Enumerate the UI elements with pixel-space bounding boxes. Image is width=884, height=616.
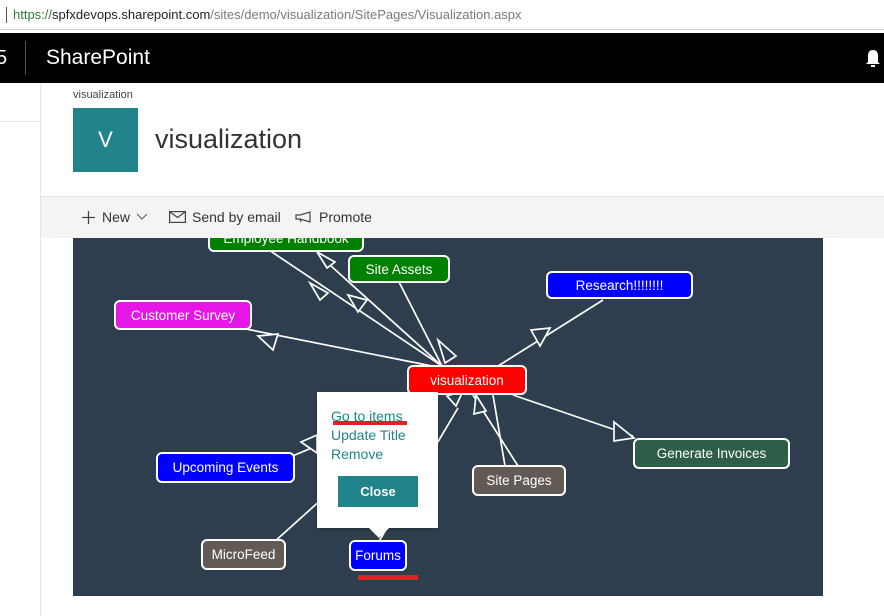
- left-rail-divider: [0, 121, 41, 122]
- popup-pointer: [368, 527, 390, 538]
- new-button[interactable]: New: [81, 209, 148, 225]
- node-upcoming-events[interactable]: Upcoming Events: [156, 452, 295, 483]
- mail-icon: [169, 211, 186, 223]
- update-title-link[interactable]: Update Title: [331, 427, 406, 443]
- command-bar: New Send by email Promote: [41, 197, 884, 238]
- sharepoint-brand[interactable]: SharePoint: [46, 46, 150, 70]
- url-text[interactable]: https://spfxdevops.sharepoint.com/sites/…: [13, 7, 522, 22]
- left-nav-rail: [0, 83, 41, 616]
- text-cursor: [6, 7, 7, 23]
- suite-divider: [25, 41, 26, 75]
- site-logo[interactable]: V: [73, 108, 138, 172]
- edge-research: [497, 299, 604, 367]
- graph-canvas[interactable]: Employee Handbook Site Assets Research!!…: [73, 238, 823, 596]
- edge-arrow: [613, 420, 637, 442]
- node-research[interactable]: Research!!!!!!!!: [546, 271, 693, 299]
- edge-site-assets-2: [397, 279, 443, 367]
- breadcrumb[interactable]: visualization: [73, 89, 133, 101]
- node-employee-handbook[interactable]: Employee Handbook: [208, 238, 364, 252]
- highlight-underline: [333, 421, 407, 425]
- page-title: visualization: [155, 124, 303, 154]
- plus-icon: [81, 210, 96, 225]
- address-bar[interactable]: https://spfxdevops.sharepoint.com/sites/…: [0, 0, 884, 30]
- remove-link[interactable]: Remove: [331, 446, 383, 462]
- chevron-down-icon: [136, 213, 148, 221]
- promote-label: Promote: [319, 209, 372, 225]
- node-microfeed[interactable]: MicroFeed: [201, 539, 286, 570]
- node-customer-survey[interactable]: Customer Survey: [114, 300, 252, 330]
- edge-arrow: [299, 433, 318, 455]
- app-launcher-fragment[interactable]: 5: [0, 47, 7, 70]
- edge-arrow: [307, 280, 330, 302]
- send-by-email-label: Send by email: [192, 209, 281, 225]
- node-visualization[interactable]: visualization: [407, 365, 527, 395]
- send-by-email-button[interactable]: Send by email: [169, 209, 281, 225]
- edge-arrow: [436, 337, 458, 365]
- new-label: New: [102, 209, 131, 225]
- node-generate-invoices[interactable]: Generate Invoices: [633, 438, 790, 469]
- node-forums[interactable]: Forums: [349, 540, 407, 571]
- edge-arrow: [473, 392, 488, 416]
- edge-arrow: [346, 293, 369, 314]
- megaphone-icon: [295, 211, 313, 223]
- node-site-pages[interactable]: Site Pages: [472, 465, 566, 496]
- bell-icon[interactable]: [862, 47, 884, 69]
- edge-arrow: [316, 251, 337, 270]
- promote-button[interactable]: Promote: [295, 209, 372, 225]
- graph-edges: [240, 245, 637, 544]
- edge-arrow: [256, 333, 280, 352]
- highlight-underline: [358, 575, 418, 580]
- node-site-assets[interactable]: Site Assets: [348, 255, 450, 283]
- suite-bar: 5 SharePoint: [0, 33, 884, 83]
- close-button[interactable]: Close: [338, 476, 418, 507]
